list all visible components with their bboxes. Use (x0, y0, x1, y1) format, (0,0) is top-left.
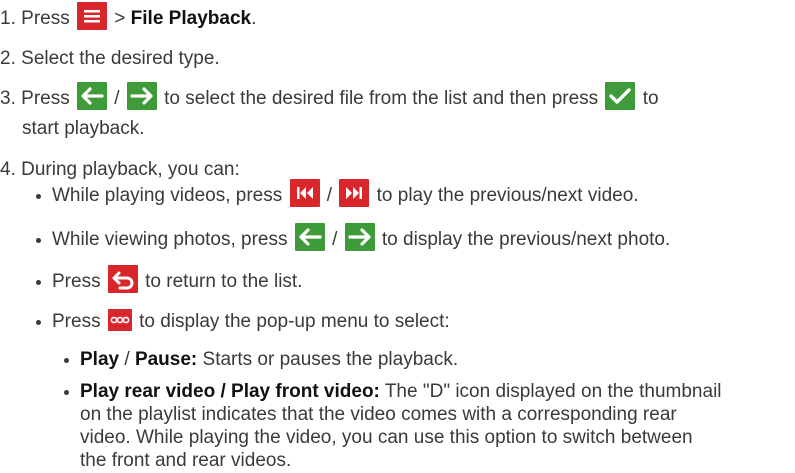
arrow-right-icon (344, 223, 375, 251)
option-rear-front-video: Play rear video / Play front video: The … (80, 381, 722, 402)
menu-icon (77, 2, 107, 30)
bullet-marker (36, 238, 41, 243)
bullet-popup-menu: Press to display the pop-up menu to sele… (52, 308, 450, 334)
bullet-marker (36, 280, 41, 285)
arrow-left-icon (77, 82, 107, 110)
bullet-marker (36, 320, 41, 325)
bullet-videos: While playing videos, press / to play th… (52, 179, 639, 208)
menu-path: File Playback (130, 8, 252, 30)
return-icon (107, 265, 138, 293)
more-options-icon (107, 308, 132, 331)
bullet-photos: While viewing photos, press / to display… (52, 223, 670, 252)
step-4: 4. During playback, you can: (0, 159, 240, 180)
bullet-marker (36, 194, 41, 199)
option-rear-front-video-line-2: on the playlist indicates that the video… (80, 404, 677, 425)
step-1: 1. Press > File Playback. (0, 2, 256, 31)
step-number: 1. (0, 8, 16, 30)
skip-next-icon (339, 179, 370, 207)
option-rear-front-video-line-4: the front and rear videos. (80, 450, 292, 471)
arrow-right-icon (126, 82, 157, 110)
step-3: 3. Press / to select the desired file fr… (0, 82, 659, 111)
option-rear-front-video-line-3: video. While playing the video, you can … (80, 427, 693, 448)
bullet-marker (64, 358, 69, 363)
bullet-return: Press to return to the list. (52, 265, 303, 294)
checkmark-icon (605, 82, 636, 110)
step-number: 2. (0, 48, 16, 69)
step-number: 3. (0, 88, 16, 110)
step-3-continued: start playback. (22, 118, 145, 139)
skip-previous-icon (289, 179, 320, 207)
step-2: 2. Select the desired type. (0, 48, 220, 69)
bullet-marker (64, 390, 69, 395)
option-play-pause: Play / Pause: Starts or pauses the playb… (80, 349, 459, 370)
arrow-left-icon (294, 223, 325, 251)
step-number: 4. (0, 159, 16, 180)
